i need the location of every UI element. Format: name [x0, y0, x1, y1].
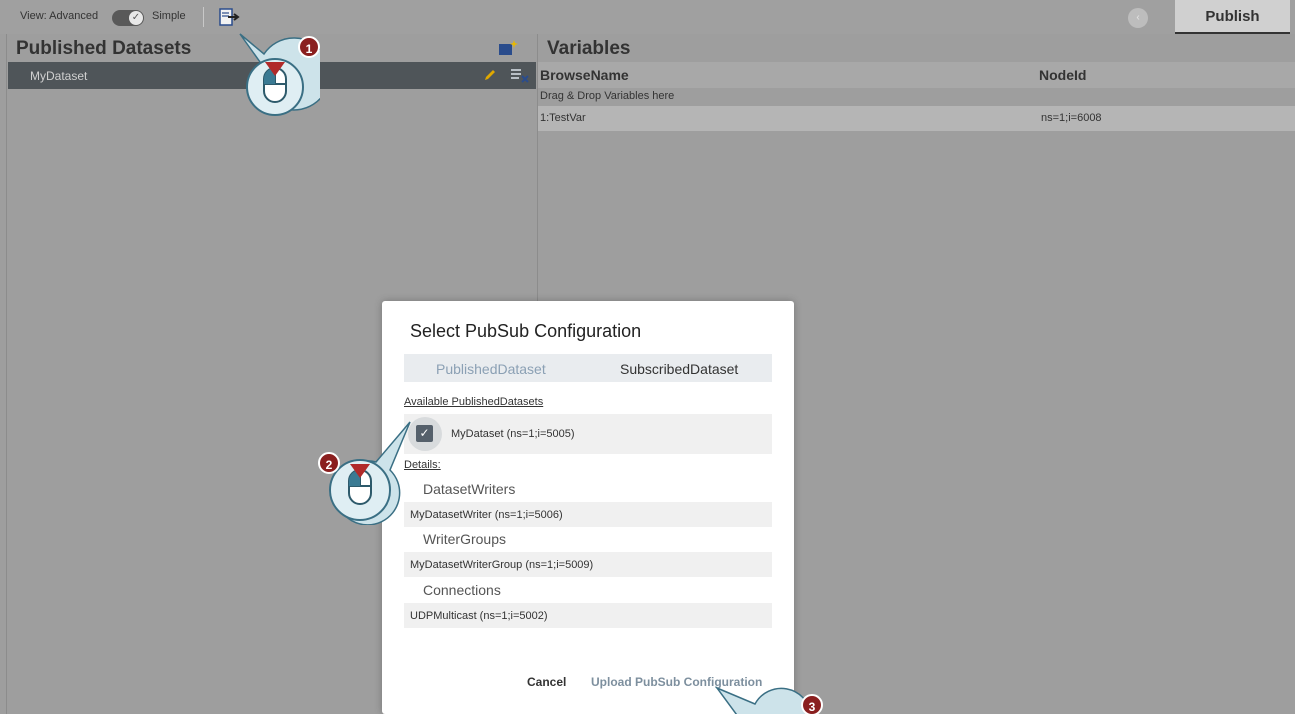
- dataset-writer-value: MyDatasetWriter (ns=1;i=5006): [410, 509, 563, 521]
- list-item: MyDatasetWriter (ns=1;i=5006): [404, 502, 772, 527]
- variables-title: Variables: [547, 38, 631, 59]
- available-datasets-label: Available PublishedDatasets: [404, 396, 544, 408]
- step-badge: 3: [801, 694, 823, 714]
- list-item[interactable]: ✓ MyDataset (ns=1;i=5005): [404, 414, 772, 454]
- add-dataset-icon[interactable]: [498, 40, 518, 56]
- dataset-checkbox[interactable]: ✓: [416, 425, 433, 442]
- cancel-button[interactable]: Cancel: [527, 675, 566, 689]
- dialog-title: Select PubSub Configuration: [410, 321, 642, 341]
- view-advanced-label: View: Advanced: [20, 10, 99, 22]
- table-row[interactable]: 1:TestVar ns=1;i=6008: [538, 106, 1295, 131]
- pubsub-config-dialog: Select PubSub Configuration PublishedDat…: [382, 301, 794, 714]
- dialog-tabs: PublishedDataset SubscribedDataset: [404, 354, 772, 382]
- toolbar: View: Advanced ✓ Simple ‹ Publish: [0, 0, 1295, 34]
- check-icon: ✓: [419, 426, 430, 440]
- callout-3: 3: [715, 686, 825, 714]
- delete-list-icon[interactable]: [509, 66, 531, 84]
- writer-group-value: MyDatasetWriterGroup (ns=1;i=5009): [410, 559, 594, 571]
- drop-hint: Drag & Drop Variables here: [540, 90, 675, 102]
- dataset-name: MyDataset: [30, 69, 88, 83]
- chevron-left-icon[interactable]: ‹: [1128, 8, 1148, 28]
- connection-value: UDPMulticast (ns=1;i=5002): [410, 610, 548, 622]
- callout-1: 1: [238, 32, 331, 122]
- column-browsename: BrowseName: [540, 67, 629, 83]
- variable-nodeid: ns=1;i=6008: [1041, 112, 1102, 124]
- mouse-click-icon: [329, 421, 411, 526]
- variables-header-row: BrowseName NodeId: [538, 62, 1295, 88]
- variable-browsename: 1:TestVar: [540, 112, 586, 124]
- available-dataset-name: MyDataset (ns=1;i=5005): [451, 428, 575, 440]
- step-badge: 1: [298, 36, 320, 58]
- toolbar-divider: [203, 7, 204, 27]
- view-simple-label: Simple: [152, 10, 186, 22]
- view-mode-toggle[interactable]: ✓: [112, 10, 144, 26]
- column-nodeid: NodeId: [1039, 67, 1087, 83]
- list-item: MyDatasetWriterGroup (ns=1;i=5009): [404, 552, 772, 577]
- panel-border: [6, 34, 7, 714]
- tab-published-dataset[interactable]: PublishedDataset: [436, 361, 546, 377]
- callout-2: 2: [318, 420, 414, 526]
- section-writer-groups: WriterGroups: [423, 531, 506, 547]
- tab-publish[interactable]: Publish: [1175, 0, 1290, 34]
- step-badge: 2: [318, 452, 340, 474]
- section-dataset-writers: DatasetWriters: [423, 481, 516, 497]
- list-item: UDPMulticast (ns=1;i=5002): [404, 603, 772, 628]
- export-arrow-icon[interactable]: [219, 8, 241, 26]
- section-connections: Connections: [423, 582, 501, 598]
- check-icon: ✓: [129, 11, 143, 25]
- tab-subscribed-dataset[interactable]: SubscribedDataset: [620, 361, 738, 377]
- published-datasets-title: Published Datasets: [16, 38, 192, 59]
- pencil-icon[interactable]: [483, 68, 497, 82]
